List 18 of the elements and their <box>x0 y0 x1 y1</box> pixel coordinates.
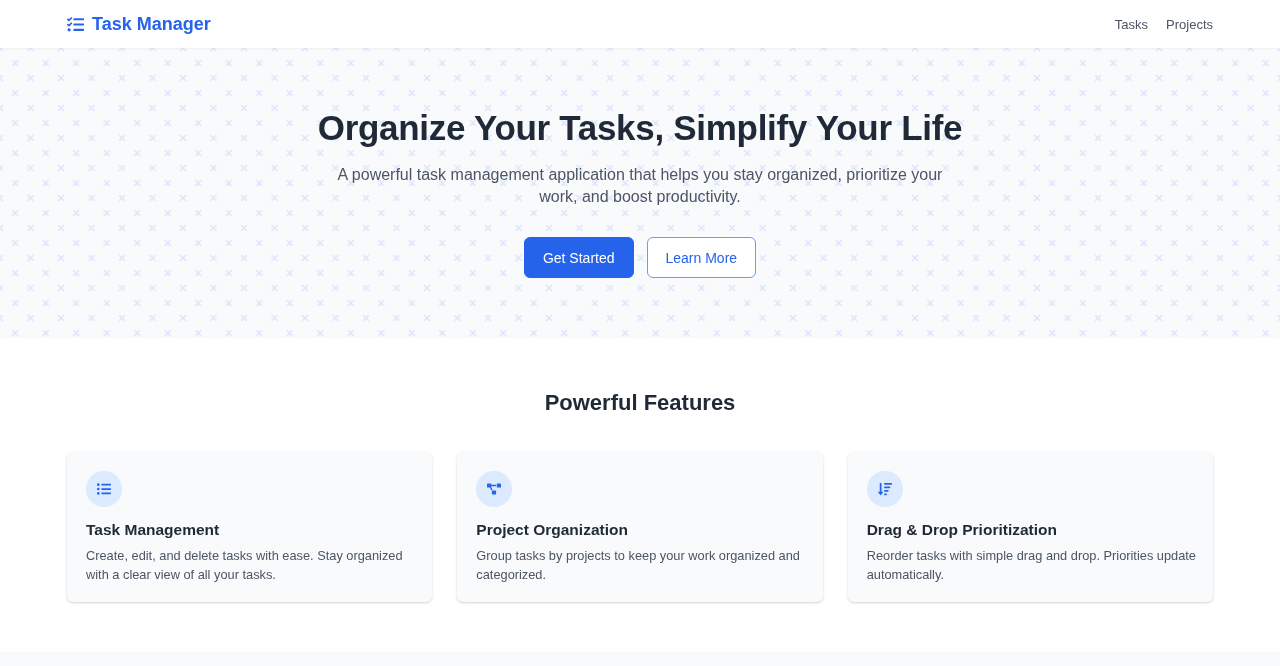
feature-title: Task Management <box>86 520 221 540</box>
logo-link[interactable]: Task Manager <box>66 13 211 35</box>
sort-down-icon <box>866 471 903 507</box>
list-icon <box>86 471 122 507</box>
diagram-icon <box>476 471 513 507</box>
feature-title: Project Organization <box>476 520 629 540</box>
feature-title: Drag & Drop Prioritization <box>866 520 1058 540</box>
feature-description: Reorder tasks with simple drag and drop. Priorities update automatically. <box>866 547 1197 584</box>
get-started-button[interactable]: Get Started <box>523 237 634 278</box>
hero-subtitle: A powerful task management application that helps you stay organized, prioritize your work, and boost productivity. <box>336 165 944 207</box>
learn-more-button[interactable]: Learn More <box>646 237 757 278</box>
feature-description: Create, edit, and delete tasks with ease. Stay organized with a clear view of all your tasks. <box>86 547 404 584</box>
checklist-icon <box>66 15 85 33</box>
nav-link[interactable]: Tasks <box>1114 16 1149 32</box>
hero-title: Organize Your Tasks, Simplify Your Life <box>317 107 963 149</box>
feature-description: Group tasks by projects to keep your work organized and categorized. <box>476 547 801 584</box>
nav-link[interactable]: Projects <box>1166 16 1213 32</box>
section-heading: Powerful Features <box>543 389 737 417</box>
